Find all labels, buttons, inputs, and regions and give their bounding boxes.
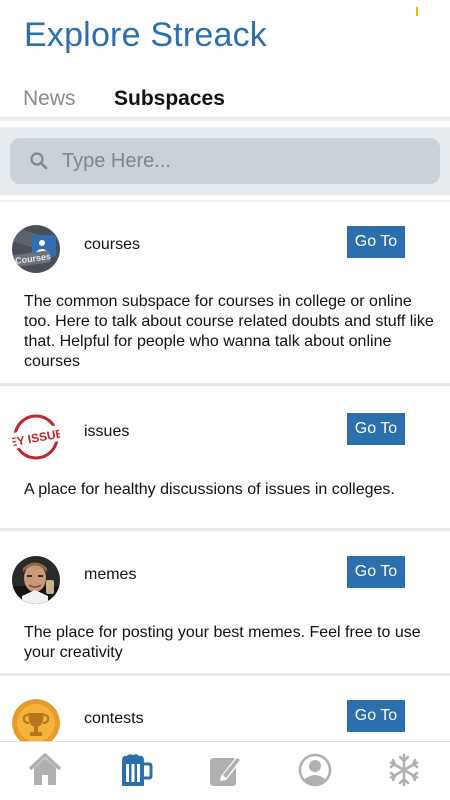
search-bar: [0, 127, 450, 195]
tab-bar: News Subspaces: [0, 80, 450, 116]
subspace-name: memes: [84, 566, 137, 583]
keyboard-image: Courses: [12, 225, 60, 273]
status-indicator: [416, 7, 418, 16]
subspace-name: courses: [84, 236, 141, 253]
subspace-name: contests: [84, 710, 144, 727]
subspace-card-memes: memes Go To The place for posting your b…: [0, 531, 450, 676]
search-input[interactable]: [62, 138, 422, 184]
subspace-list: Courses courses Go To The common subspac…: [0, 202, 450, 756]
explore-screen: Explore Streack News Subspaces Type Here…: [0, 0, 450, 800]
subspace-description: The place for posting your best memes. F…: [24, 624, 421, 661]
snowflake-icon[interactable]: [384, 750, 424, 790]
courses-avatar: Courses: [12, 225, 60, 273]
goto-button-courses[interactable]: Go To: [347, 226, 405, 258]
bottom-nav: [0, 741, 450, 800]
issue-stamp-image: EY ISSUE: [12, 413, 60, 461]
meme-face-image: [12, 556, 60, 604]
profile-icon[interactable]: [295, 750, 335, 790]
subspace-name: issues: [84, 423, 130, 440]
subspace-description: The common subspace for courses in colle…: [24, 293, 434, 370]
compose-icon[interactable]: [205, 750, 245, 790]
page-title: Explore Streack: [24, 16, 267, 54]
divider: [0, 117, 450, 121]
mug-icon[interactable]: [114, 750, 154, 790]
contests-avatar: [12, 699, 60, 747]
goto-button-contests[interactable]: Go To: [347, 700, 405, 732]
subspace-card-courses: Courses courses Go To The common subspac…: [0, 202, 450, 386]
tab-news[interactable]: News: [23, 86, 76, 112]
trophy-image: [12, 699, 60, 747]
subspace-card-issues: EY ISSUE issues Go To A place for health…: [0, 386, 450, 531]
goto-button-issues[interactable]: Go To: [347, 413, 405, 445]
tab-subspaces[interactable]: Subspaces: [114, 86, 225, 112]
subspace-description: A place for healthy discussions of issue…: [24, 481, 395, 498]
search-icon: [30, 152, 48, 170]
search-box[interactable]: [10, 138, 440, 184]
goto-button-memes[interactable]: Go To: [347, 556, 405, 588]
memes-avatar: [12, 556, 60, 604]
home-icon[interactable]: [25, 750, 65, 790]
issues-avatar: EY ISSUE: [12, 413, 60, 461]
